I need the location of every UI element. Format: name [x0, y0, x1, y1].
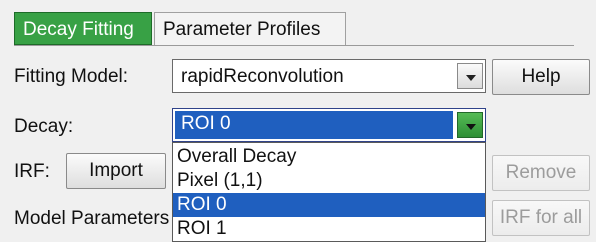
chevron-down-icon	[466, 124, 476, 130]
decay-option-roi-0[interactable]: ROI 0	[173, 193, 485, 217]
decay-select[interactable]: ROI 0	[172, 108, 486, 142]
decay-value: ROI 0	[181, 113, 231, 134]
decay-option-roi-1[interactable]: ROI 1	[173, 217, 485, 241]
fitting-model-label: Fitting Model:	[14, 66, 129, 87]
tab-parameter-profiles[interactable]: Parameter Profiles	[154, 12, 346, 45]
decay-option-overall[interactable]: Overall Decay	[173, 145, 485, 169]
irf-for-all-button[interactable]: IRF for all	[492, 200, 590, 236]
decay-dropdown-button[interactable]	[457, 112, 483, 138]
import-button[interactable]: Import	[66, 153, 166, 189]
fitting-model-dropdown-button[interactable]	[457, 63, 483, 89]
decay-option-pixel[interactable]: Pixel (1,1)	[173, 169, 485, 193]
tab-divider	[14, 45, 574, 46]
remove-button[interactable]: Remove	[492, 155, 590, 191]
irf-label: IRF:	[14, 161, 50, 182]
decay-dropdown-list: Overall Decay Pixel (1,1) ROI 0 ROI 1	[172, 142, 486, 242]
decay-label: Decay:	[14, 116, 74, 137]
tab-strip: Decay Fitting Parameter Profiles	[14, 12, 574, 46]
fitting-model-select[interactable]: rapidReconvolution	[172, 59, 486, 93]
model-parameters-label: Model Parameters	[14, 208, 170, 229]
tab-decay-fitting[interactable]: Decay Fitting	[14, 12, 152, 45]
chevron-down-icon	[466, 75, 476, 81]
help-button[interactable]: Help	[492, 59, 590, 95]
fitting-model-value: rapidReconvolution	[181, 66, 344, 87]
